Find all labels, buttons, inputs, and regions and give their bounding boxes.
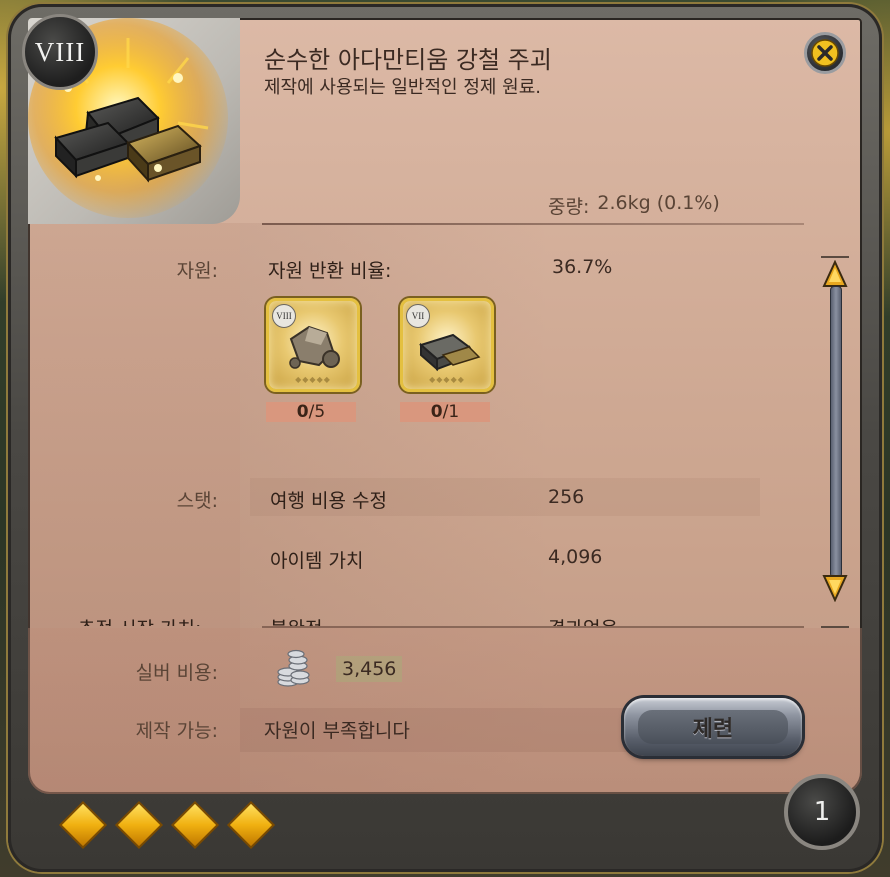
craftable-status: 자원이 부족합니다 <box>264 720 410 742</box>
craftable-label: 제작 가능: <box>135 720 218 742</box>
weight-value: 2.6kg (0.1%) <box>597 192 720 214</box>
quality-indicator <box>58 800 276 850</box>
return-rate-value: 36.7% <box>552 256 613 278</box>
close-button[interactable] <box>804 32 846 74</box>
need-count: /1 <box>442 402 460 422</box>
have-count: 0 <box>430 402 443 422</box>
item-description: 제작에 사용되는 일반적인 정제 원료. <box>264 77 542 98</box>
resource-slot-ore[interactable]: VIII ◆◆◆◆◆ <box>266 298 360 392</box>
scrollbar[interactable] <box>821 256 849 628</box>
market-value-result: 결과없음 <box>548 614 618 626</box>
have-count: 0 <box>296 402 309 422</box>
quality-dots: ◆◆◆◆◆ <box>295 375 331 384</box>
market-value-result-text: 결과없음 <box>548 614 618 626</box>
market-value-status: 불완전 <box>270 614 322 626</box>
item-title: 순수한 아다만티움 강철 주괴 <box>264 46 552 74</box>
market-value-label-text: 추정 시장 가치: <box>78 614 201 626</box>
stat-item-value-label: 아이템 가치 <box>270 550 364 572</box>
refine-button-label: 제련 <box>638 710 788 744</box>
resource-slot-ingot[interactable]: VII ◆◆◆◆◆ <box>400 298 494 392</box>
close-icon <box>811 39 839 67</box>
resource-count-ore: 0/5 <box>266 402 356 422</box>
market-value-label: 추정 시장 가치: <box>78 614 201 626</box>
resource-count-ingot: 0/1 <box>400 402 490 422</box>
return-rate-label: 자원 반환 비율: <box>268 260 392 282</box>
quality-diamond-icon <box>114 800 164 850</box>
stats-label: 스탯: <box>176 490 218 512</box>
market-value-status-text: 불완전 <box>270 614 322 626</box>
quality-diamond-icon <box>58 800 108 850</box>
silver-cost-value: 3,456 <box>336 656 403 682</box>
weight-label: 중량: <box>548 196 590 218</box>
resources-label: 자원: <box>176 260 218 282</box>
tier-badge: VIII <box>22 14 98 90</box>
silver-coins-icon <box>277 649 310 687</box>
item-info-panel: 순수한 아다만티움 강철 주괴 제작에 사용되는 일반적인 정제 원료. 중량:… <box>28 18 862 794</box>
quality-diamond-icon <box>226 800 276 850</box>
stat-travel-cost-value: 256 <box>548 486 585 508</box>
weight-info: 중량: 2.6kg (0.1%) <box>548 192 720 219</box>
silver-cost-label: 실버 비용: <box>135 662 218 684</box>
scroll-cap-top <box>821 256 849 258</box>
stat-item-value-value: 4,096 <box>548 546 603 568</box>
need-count: /5 <box>308 402 326 422</box>
refine-button[interactable]: 제련 <box>624 698 802 756</box>
scroll-track[interactable] <box>830 286 842 578</box>
quality-diamond-icon <box>170 800 220 850</box>
scroll-down-arrow-icon[interactable] <box>821 572 849 602</box>
quantity-badge: 1 <box>784 774 860 850</box>
divider <box>262 223 804 225</box>
quality-dots: ◆◆◆◆◆ <box>429 375 465 384</box>
stat-travel-cost-label: 여행 비용 수정 <box>270 490 387 512</box>
